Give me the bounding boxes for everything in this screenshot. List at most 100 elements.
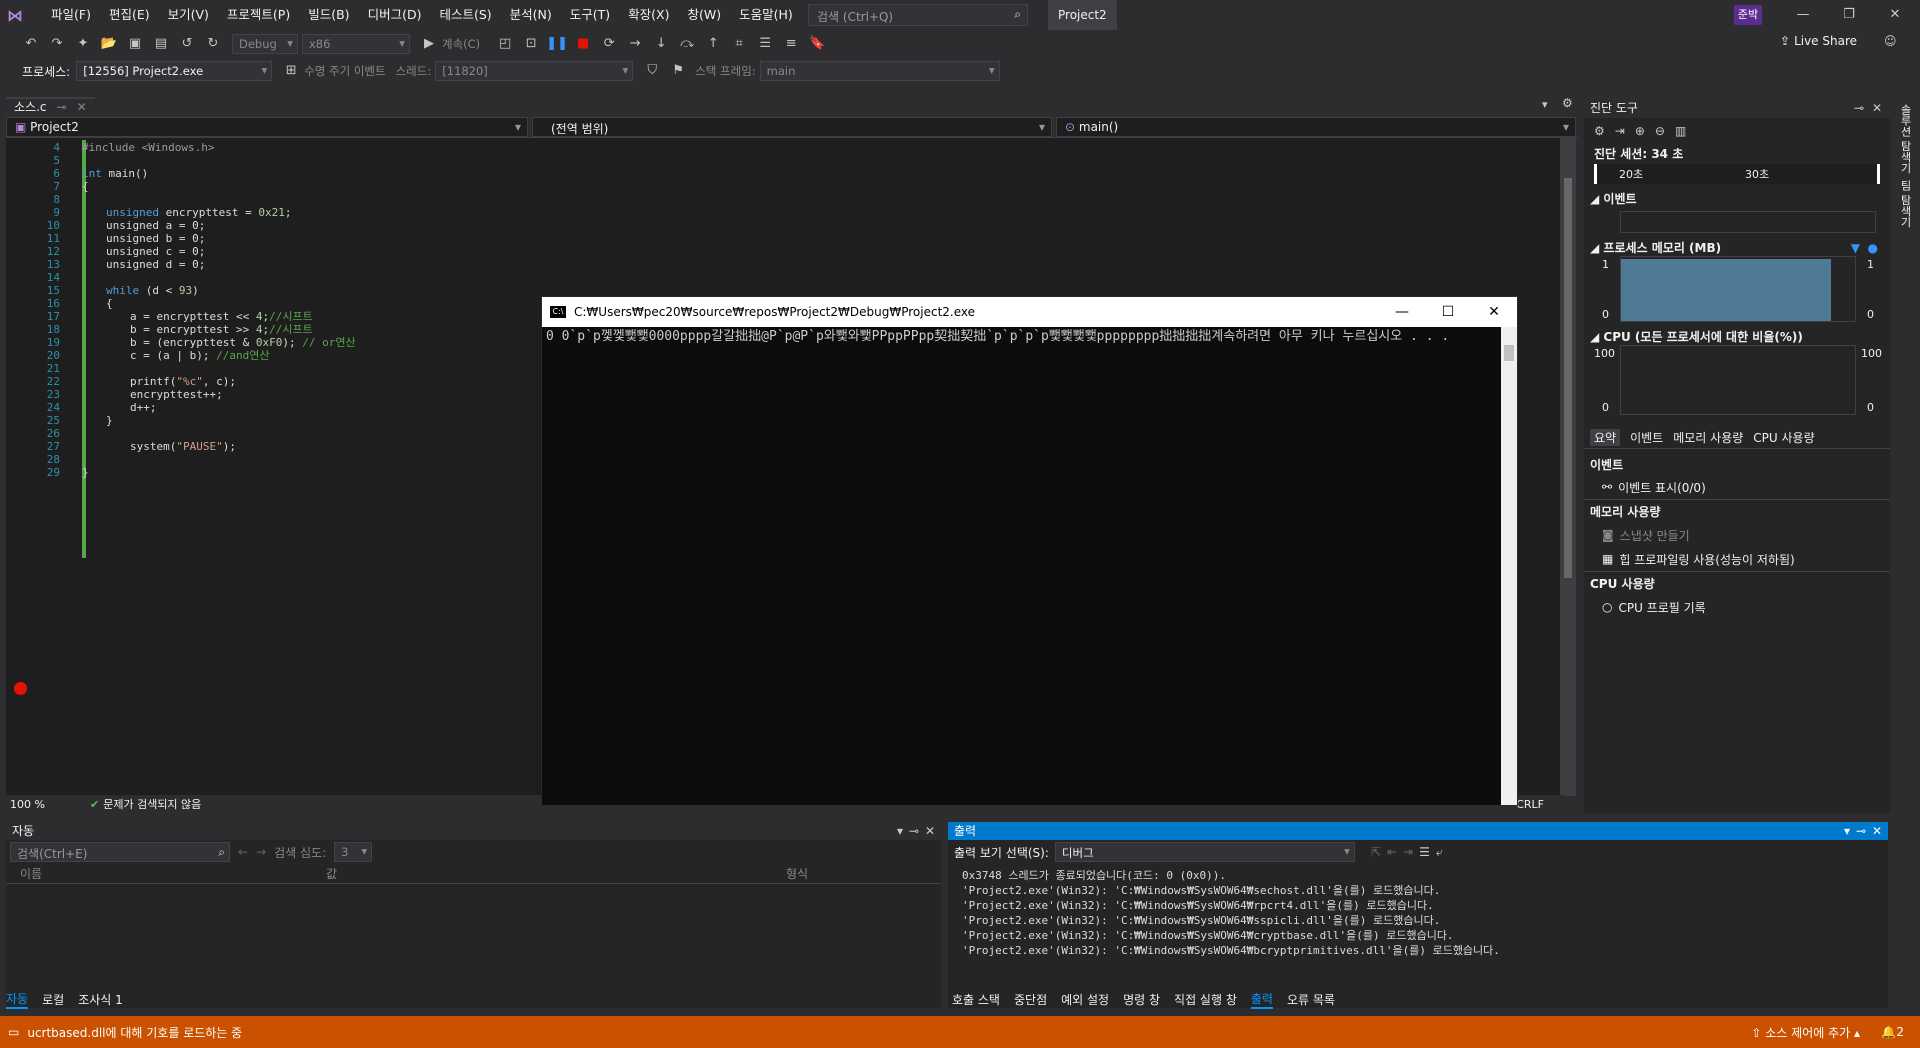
code-line[interactable]: #include <Windows.h> — [82, 140, 214, 156]
export-icon[interactable]: ⇥ — [1615, 124, 1625, 138]
console-window[interactable]: C:\ C:₩Users₩pec20₩source₩repos₩Project2… — [541, 296, 1518, 806]
redo-icon[interactable]: ↻ — [202, 33, 224, 55]
stop-debugging-icon[interactable]: ■ — [572, 33, 594, 55]
menu-item-2[interactable]: 보기(V) — [159, 0, 218, 30]
back-icon[interactable]: ↶ — [20, 33, 42, 55]
menu-item-7[interactable]: 분석(N) — [501, 0, 561, 30]
console-scrollbar-thumb[interactable] — [1504, 345, 1514, 361]
autos-search-input[interactable]: 검색(Ctrl+E) ⌕ — [10, 842, 230, 862]
report-icon[interactable]: ▥ — [1675, 124, 1686, 138]
menu-item-10[interactable]: 창(W) — [678, 0, 730, 30]
restore-window-button[interactable]: ❐ — [1826, 0, 1872, 30]
debug-left-tab-2[interactable]: 조사식 1 — [78, 991, 123, 1008]
heap-profiling-button[interactable]: ▦ 힙 프로파일링 사용(성능이 저하됨) — [1584, 547, 1890, 571]
show-next-statement-icon[interactable]: → — [624, 33, 646, 55]
zoom-out-icon[interactable]: ⊖ — [1655, 124, 1665, 138]
tab-list-icon[interactable]: ▾ — [1542, 98, 1548, 111]
pin-panel-icon[interactable]: ⊸ — [1854, 98, 1864, 118]
restart-icon[interactable]: ⟳ — [598, 33, 620, 55]
close-tab-icon[interactable]: ✕ — [77, 99, 87, 116]
team-explorer-tab[interactable]: 팀 탐색기 — [1897, 180, 1913, 228]
step-over-icon[interactable]: ⤼ — [676, 33, 698, 55]
zoom-level[interactable]: 100 % — [10, 798, 70, 811]
menu-item-6[interactable]: 테스트(S) — [430, 0, 500, 30]
debug-left-tab-1[interactable]: 로컬 — [42, 991, 64, 1008]
debug-right-tab-2[interactable]: 예외 설정 — [1061, 991, 1109, 1008]
process-dropdown[interactable]: [12556] Project2.exe — [76, 61, 273, 81]
settings-icon[interactable]: ⚙ — [1594, 124, 1605, 138]
debug-right-tab-0[interactable]: 호출 스택 — [952, 991, 1000, 1008]
diag-tab-1[interactable]: 이벤트 — [1630, 429, 1663, 446]
lifecycle-events-icon[interactable]: ⊞ — [280, 60, 302, 82]
menu-item-9[interactable]: 확장(X) — [619, 0, 678, 30]
line-ending[interactable]: CRLF — [1516, 798, 1544, 811]
step-out-icon[interactable]: ↑ — [702, 33, 724, 55]
save-icon[interactable]: ▣ — [124, 33, 146, 55]
code-line[interactable]: } — [106, 413, 113, 429]
col-value[interactable]: 값 — [326, 865, 786, 882]
feedback-icon[interactable]: ☺ — [1884, 34, 1897, 48]
continue-label[interactable]: 계속(C) — [442, 36, 480, 52]
bookmark-icon[interactable]: 🔖 — [806, 33, 828, 55]
output-source-dropdown[interactable]: 디버그 — [1054, 842, 1355, 862]
diag-tab-2[interactable]: 메모리 사용량 — [1673, 429, 1743, 446]
zoom-in-icon[interactable]: ⊕ — [1635, 124, 1645, 138]
menu-item-4[interactable]: 빌드(B) — [299, 0, 358, 30]
code-line[interactable]: c = (a | b); //and연산 — [130, 348, 269, 364]
debug-right-tab-4[interactable]: 직접 실행 창 — [1174, 991, 1237, 1008]
add-to-source-control-button[interactable]: ⇧ 소스 제어에 추가 ▴ — [1751, 1024, 1860, 1041]
screenshot-icon[interactable]: ⊡ — [520, 33, 542, 55]
find-message-icon[interactable]: ⇱ — [1371, 845, 1381, 859]
diag-tab-3[interactable]: CPU 사용량 — [1753, 429, 1814, 446]
output-menu-icon[interactable]: ▾ — [1844, 822, 1850, 840]
user-avatar[interactable]: 준박 — [1734, 5, 1762, 25]
debug-right-tab-1[interactable]: 중단점 — [1014, 991, 1047, 1008]
function-dropdown[interactable]: ⊙ main() — [1056, 117, 1576, 137]
code-line[interactable]: int main() — [82, 166, 148, 182]
console-maximize-button[interactable]: ☐ — [1425, 297, 1471, 327]
settings-gear-icon[interactable]: ⚙ — [1562, 96, 1573, 110]
console-close-button[interactable]: ✕ — [1471, 297, 1517, 327]
debug-right-tab-3[interactable]: 명령 창 — [1123, 991, 1160, 1008]
open-file-icon[interactable]: 📂 — [98, 33, 120, 55]
diag-tab-0[interactable]: 요약 — [1590, 429, 1621, 446]
output-pin-icon[interactable]: ⊸ — [1856, 822, 1866, 840]
live-share-button[interactable]: ⇪ Live Share — [1780, 34, 1857, 48]
process-memory-section[interactable]: ◢ 프로세스 메모리 (MB) ▼ ● — [1584, 239, 1890, 256]
console-minimize-button[interactable]: — — [1379, 297, 1425, 327]
menu-item-11[interactable]: 도움말(H) — [730, 0, 802, 30]
configuration-dropdown[interactable]: Debug — [232, 34, 298, 54]
search-back-icon[interactable]: ← — [238, 845, 248, 859]
pin-icon[interactable]: ⊸ — [57, 99, 67, 116]
menu-item-1[interactable]: 편집(E) — [100, 0, 159, 30]
scope-dropdown[interactable]: (전역 범위) — [532, 117, 1052, 137]
menu-item-3[interactable]: 프로젝트(P) — [218, 0, 299, 30]
events-section[interactable]: ◢ 이벤트 — [1584, 190, 1890, 207]
continue-icon[interactable]: ▶ — [418, 33, 440, 55]
cpu-section[interactable]: ◢ CPU (모든 프로세서에 대한 비율(%)) — [1584, 328, 1890, 345]
solution-explorer-tab[interactable]: 솔루션 탐색기 — [1897, 104, 1913, 174]
minimize-window-button[interactable]: — — [1780, 0, 1826, 30]
output-close-icon[interactable]: ✕ — [1872, 822, 1882, 840]
close-window-button[interactable]: ✕ — [1872, 0, 1918, 30]
new-project-icon[interactable]: ✦ — [72, 33, 94, 55]
breakpoint-icon[interactable] — [14, 682, 27, 695]
word-wrap-icon[interactable]: ⤶ — [1436, 845, 1443, 860]
stack-frame-dropdown[interactable]: main — [759, 61, 1000, 81]
undo-icon[interactable]: ↺ — [176, 33, 198, 55]
editor-scrollbar[interactable] — [1560, 138, 1576, 796]
clear-all-icon[interactable]: ☰ — [1419, 845, 1430, 859]
menu-item-0[interactable]: 파일(F) — [42, 0, 100, 30]
menu-item-5[interactable]: 디버그(D) — [359, 0, 431, 30]
debug-right-tab-6[interactable]: 오류 목록 — [1287, 991, 1335, 1008]
threads-icon[interactable]: ☰ — [754, 33, 776, 55]
break-all-icon[interactable]: ❚❚ — [546, 33, 568, 55]
thread-dropdown[interactable]: [11820] — [435, 61, 634, 81]
scrollbar-thumb[interactable] — [1564, 178, 1572, 578]
search-depth-dropdown[interactable]: 3 — [334, 842, 373, 862]
project-dropdown[interactable]: ▣ Project2 — [6, 117, 528, 137]
timeline-ruler[interactable]: 20초 30초 — [1594, 164, 1880, 184]
flag-icon[interactable]: ⚑ — [667, 60, 689, 82]
menu-item-8[interactable]: 도구(T) — [561, 0, 619, 30]
debug-left-tab-0[interactable]: 자동 — [6, 990, 29, 1009]
